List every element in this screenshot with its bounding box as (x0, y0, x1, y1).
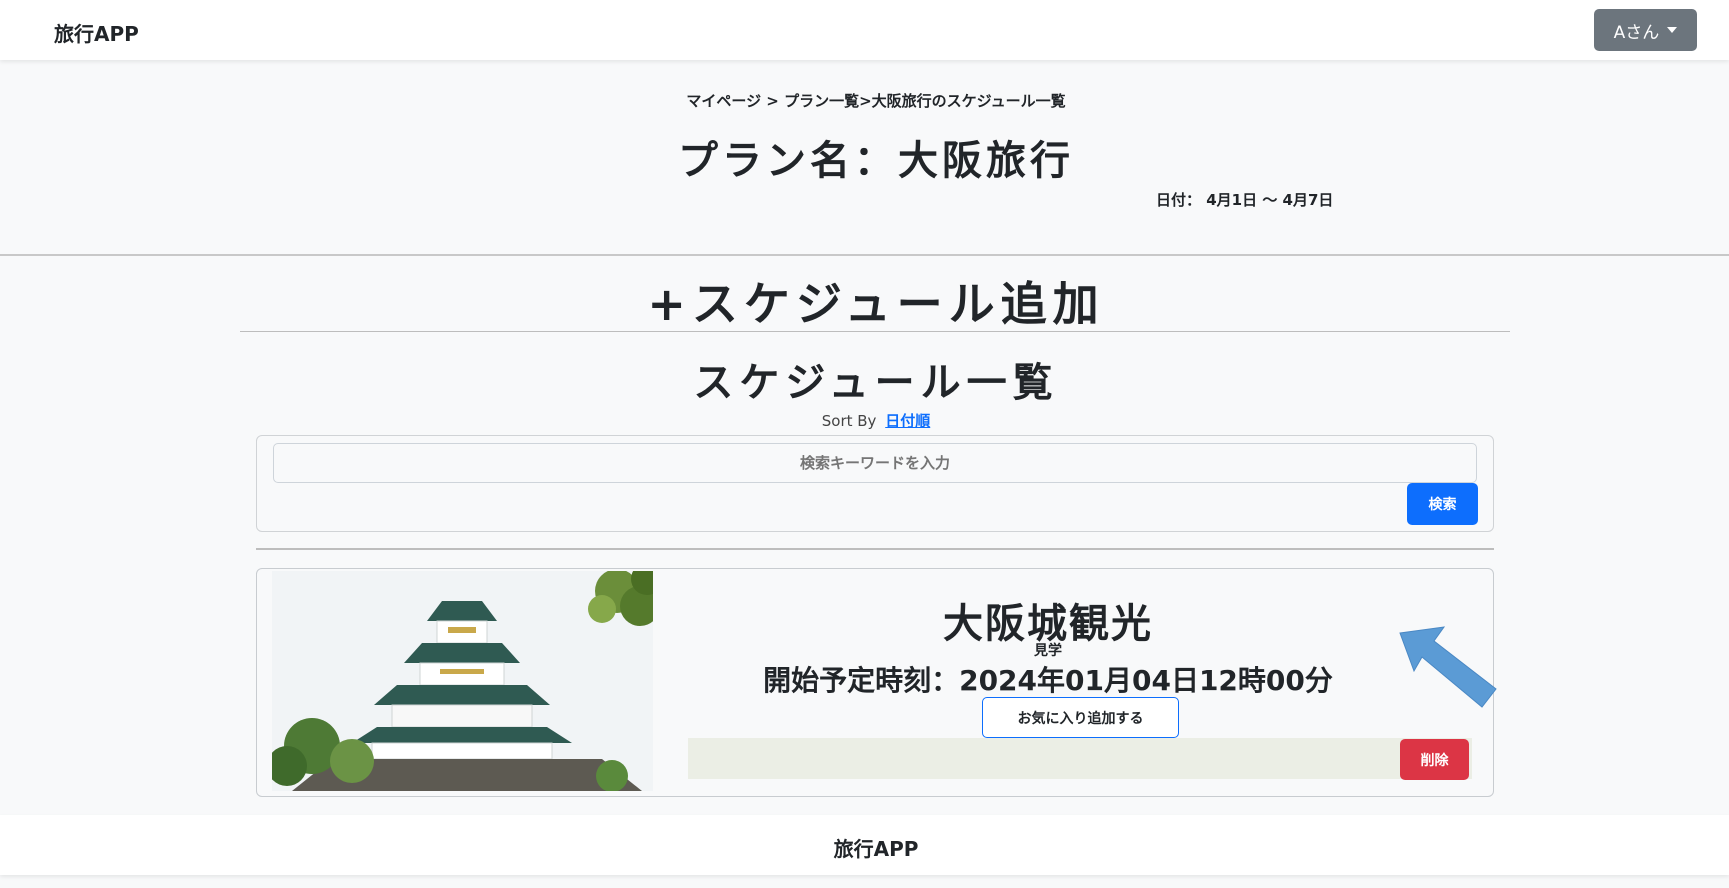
search-button[interactable]: 検索 (1407, 483, 1478, 525)
breadcrumb: マイページ > プラン一覧>大阪旅行のスケジュール一覧 (686, 92, 1066, 110)
action-strip (688, 738, 1472, 779)
user-menu-dropdown[interactable]: Aさん (1594, 9, 1697, 51)
schedule-list-title: スケジュール一覧 (693, 360, 1059, 406)
castle-illustration (272, 571, 653, 791)
schedule-category: 見学 (1034, 643, 1062, 659)
add-favorite-button[interactable]: お気に入り追加する (982, 697, 1179, 738)
sort-row: Sort By 日付順 (0, 410, 1729, 431)
sort-by-date-link[interactable]: 日付順 (885, 412, 930, 430)
plan-date-range: 日付： 4月1日 ～ 4月7日 (1156, 191, 1334, 209)
header-divider (0, 254, 1729, 256)
user-menu-label: Aさん (1613, 22, 1660, 43)
page-title: プラン名：大阪旅行 (678, 138, 1074, 184)
schedule-start-time: 開始予定時刻：2024年01月04日12時00分 (763, 664, 1333, 697)
footer-brand: 旅行APP (833, 837, 919, 861)
add-schedule-link[interactable]: +スケジュール追加 (0, 268, 1729, 334)
section-divider (240, 331, 1510, 332)
footer: 旅行APP (0, 815, 1729, 875)
top-navbar: 旅行APP Aさん (0, 0, 1729, 60)
delete-button[interactable]: 削除 (1400, 739, 1469, 780)
search-input[interactable] (273, 443, 1477, 483)
schedule-card-body: 大阪城観光 見学 開始予定時刻：2024年01月04日12時00分 お気に入り追… (653, 569, 1495, 798)
search-form: 検索 (256, 435, 1494, 532)
caret-down-icon (1667, 27, 1678, 33)
list-divider (256, 548, 1494, 550)
osaka-castle-photo (272, 571, 653, 791)
sort-prefix: Sort By (821, 412, 877, 430)
schedule-card: 大阪城観光 見学 開始予定時刻：2024年01月04日12時00分 お気に入り追… (256, 568, 1494, 797)
brand-logo[interactable]: 旅行APP (54, 18, 139, 47)
annotation-arrow-icon (1399, 626, 1497, 708)
